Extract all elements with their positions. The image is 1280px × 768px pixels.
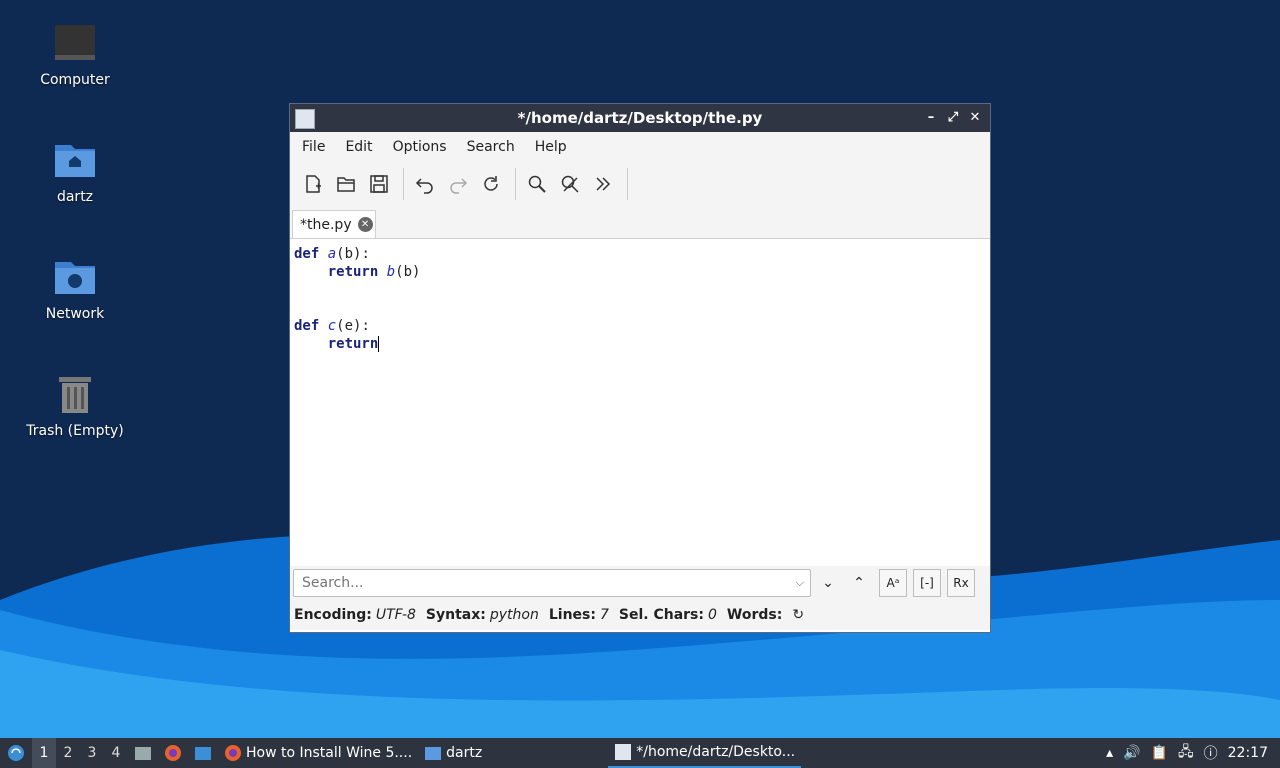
notification-icon[interactable]: ⓘ [1204,743,1218,763]
workspace-4[interactable]: 4 [104,738,128,768]
toolbar-separator [627,168,628,200]
volume-icon[interactable]: 🔊 [1123,745,1140,761]
match-case-icon[interactable]: Aᵃ [879,569,907,597]
dropdown-chevron-icon[interactable]: ⌵ [796,576,804,590]
minimize-icon[interactable]: – [922,108,940,126]
desktop-icon-computer[interactable]: Computer [20,22,130,88]
tab-bar: *the.py ✕ [290,206,990,239]
file-manager-launcher-icon[interactable] [128,738,158,768]
computer-icon [53,22,97,66]
toolbar-separator [515,168,516,200]
menu-search[interactable]: Search [457,139,525,155]
words-label: Words: [726,607,783,623]
refresh-words-icon[interactable]: ↻ [792,607,804,623]
terminal-launcher-icon[interactable] [188,738,218,768]
encoding-value: UTF-8 [375,607,416,623]
code-line: def a(b): [294,246,370,262]
task-firefox[interactable]: How to Install Wine 5.... [218,738,418,768]
sel-chars-value: 0 [707,607,717,623]
lines-value: 7 [599,607,609,623]
code-editor[interactable]: def a(b): return b(b) def c(e): return [290,239,990,566]
text-cursor [378,336,380,352]
code-line: return [327,336,380,352]
text-editor-icon [615,744,632,760]
task-text-editor[interactable]: */home/dartz/Deskto... [608,738,802,768]
start-menu-icon[interactable] [0,738,32,768]
find-icon[interactable] [522,169,552,199]
task-file-manager[interactable]: dartz [418,738,488,768]
desktop-icon-home-folder[interactable]: dartz [20,139,130,205]
clipboard-icon[interactable]: 📋 [1151,745,1168,761]
whole-word-icon[interactable]: [-] [913,569,941,597]
tab-the-py[interactable]: *the.py ✕ [292,210,376,238]
task-label: dartz [446,745,483,761]
toolbar [290,162,990,206]
home-folder-icon [53,139,97,183]
new-file-icon[interactable] [298,169,328,199]
workspace-3[interactable]: 3 [80,738,104,768]
workspace-1[interactable]: 1 [32,738,56,768]
desktop-icon-label: Network [45,306,105,322]
open-folder-icon[interactable] [331,169,361,199]
taskbar: 1 2 3 4 How to Install Wine 5.... dartz … [0,738,1280,768]
tab-label: *the.py [300,216,352,233]
menubar: File Edit Options Search Help [290,132,990,162]
search-input[interactable] [300,574,774,592]
syntax-label: Syntax: [425,607,486,623]
regex-icon[interactable]: Rx [947,569,975,597]
window-titlebar[interactable]: */home/dartz/Desktop/the.py – ⤢ ✕ [290,104,990,132]
trash-icon [53,373,97,417]
menu-help[interactable]: Help [525,139,577,155]
task-label: */home/dartz/Deskto... [636,744,796,760]
search-next-icon[interactable]: ⌄ [814,569,842,597]
save-icon[interactable] [364,169,394,199]
maximize-icon[interactable]: ⤢ [944,108,962,126]
code-line: return b(b) [327,264,421,280]
encoding-label: Encoding: [294,607,372,623]
desktop-icon-label: dartz [56,189,94,205]
lines-label: Lines: [548,607,596,623]
menu-file[interactable]: File [292,139,335,155]
search-bar: ⌵ ⌄ ⌃ Aᵃ [-] Rx [290,566,990,600]
tray-expand-icon[interactable]: ▴ [1106,745,1113,761]
system-tray: ▴ 🔊 📋 🖧 ⓘ 22:17 [1106,738,1280,768]
desktop-icon-label: Trash (Empty) [26,423,124,439]
redo-icon[interactable] [443,169,473,199]
clock[interactable]: 22:17 [1228,745,1268,761]
undo-icon[interactable] [410,169,440,199]
search-previous-icon[interactable]: ⌃ [845,569,873,597]
desktop-icon-network[interactable]: Network [20,256,130,322]
find-replace-icon[interactable] [555,169,585,199]
task-label: How to Install Wine 5.... [246,745,413,761]
status-bar: Encoding: UTF-8 Syntax: python Lines: 7 … [290,600,990,630]
desktop-icon-trash[interactable]: Trash (Empty) [20,373,130,439]
syntax-value: python [489,607,539,623]
toolbar-separator [403,168,404,200]
workspace-2[interactable]: 2 [56,738,80,768]
code-line: def c(e): [294,318,370,334]
sel-chars-label: Sel. Chars: [618,607,704,623]
network-icon[interactable]: 🖧 [1178,741,1194,765]
firefox-launcher-icon[interactable] [158,738,188,768]
folder-icon [425,747,442,760]
window-title: */home/dartz/Desktop/the.py [517,109,763,127]
menu-edit[interactable]: Edit [335,139,382,155]
search-field[interactable]: ⌵ [293,569,811,597]
more-icon[interactable] [588,169,618,199]
close-icon[interactable]: ✕ [966,108,984,126]
reload-icon[interactable] [476,169,506,199]
menu-options[interactable]: Options [383,139,457,155]
firefox-icon [225,745,241,761]
app-icon [295,109,315,129]
desktop-icon-label: Computer [40,72,110,88]
text-editor-window: */home/dartz/Desktop/the.py – ⤢ ✕ File E… [289,103,991,633]
network-folder-icon [53,256,97,300]
tab-close-icon[interactable]: ✕ [357,217,373,232]
